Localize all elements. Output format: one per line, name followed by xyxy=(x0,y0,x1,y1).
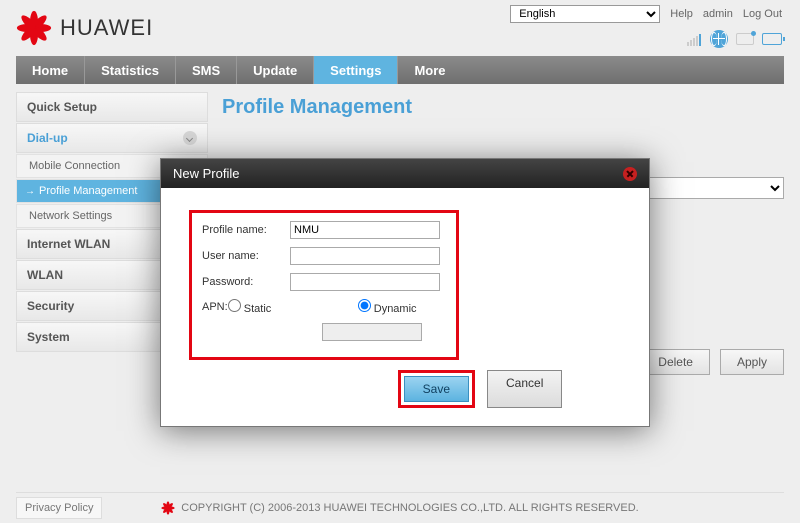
logout-link[interactable]: Log Out xyxy=(743,8,782,20)
nav-sms[interactable]: SMS xyxy=(176,56,237,84)
save-highlight-box: Save xyxy=(398,370,475,408)
main-nav: Home Statistics SMS Update Settings More xyxy=(16,56,784,84)
admin-link[interactable]: admin xyxy=(703,8,733,20)
copyright-text: COPYRIGHT (C) 2006-2013 HUAWEI TECHNOLOG… xyxy=(181,502,638,514)
globe-icon xyxy=(710,30,728,48)
chevron-down-icon xyxy=(183,131,197,145)
save-button[interactable]: Save xyxy=(404,376,469,402)
apn-dynamic-label: Dynamic xyxy=(374,303,417,315)
apn-static-label: Static xyxy=(244,303,272,315)
password-input[interactable] xyxy=(290,273,440,291)
nav-statistics[interactable]: Statistics xyxy=(85,56,176,84)
brand-logo: HUAWEI xyxy=(16,10,153,46)
dialog-title: New Profile xyxy=(173,166,239,181)
nav-more[interactable]: More xyxy=(398,56,461,84)
huawei-flower-icon xyxy=(161,501,175,515)
profile-name-input[interactable] xyxy=(290,221,440,239)
delete-button[interactable]: Delete xyxy=(641,349,710,375)
apn-static-option[interactable]: Static xyxy=(228,299,348,315)
apn-dynamic-radio[interactable] xyxy=(358,299,371,312)
apply-button[interactable]: Apply xyxy=(720,349,784,375)
signal-icon xyxy=(687,32,702,46)
language-select[interactable]: English xyxy=(510,5,660,23)
form-highlight-box: Profile name: User name: Password: APN: … xyxy=(189,210,459,360)
apn-dynamic-option[interactable]: Dynamic xyxy=(358,299,478,315)
help-link[interactable]: Help xyxy=(670,8,693,20)
huawei-flower-icon xyxy=(16,10,52,46)
nav-home[interactable]: Home xyxy=(16,56,85,84)
profile-name-label: Profile name: xyxy=(202,224,290,236)
cancel-button[interactable]: Cancel xyxy=(487,370,562,408)
privacy-policy-link[interactable]: Privacy Policy xyxy=(16,497,102,519)
apn-value-input xyxy=(322,323,422,341)
user-name-label: User name: xyxy=(202,250,290,262)
brand-name: HUAWEI xyxy=(60,15,153,41)
apn-static-radio[interactable] xyxy=(228,299,241,312)
password-label: Password: xyxy=(202,276,290,288)
sidebar-dialup-label: Dial-up xyxy=(27,131,68,145)
sms-icon xyxy=(736,33,754,45)
close-icon[interactable] xyxy=(623,167,637,181)
page-title: Profile Management xyxy=(222,96,784,119)
nav-update[interactable]: Update xyxy=(237,56,314,84)
user-name-input[interactable] xyxy=(290,247,440,265)
battery-icon xyxy=(762,33,782,45)
new-profile-dialog: New Profile Profile name: User name: Pas… xyxy=(160,158,650,427)
nav-settings[interactable]: Settings xyxy=(314,56,398,84)
apn-label: APN: xyxy=(202,301,228,313)
sidebar-dialup[interactable]: Dial-up xyxy=(16,123,208,153)
sidebar-quick-setup[interactable]: Quick Setup xyxy=(16,92,208,122)
